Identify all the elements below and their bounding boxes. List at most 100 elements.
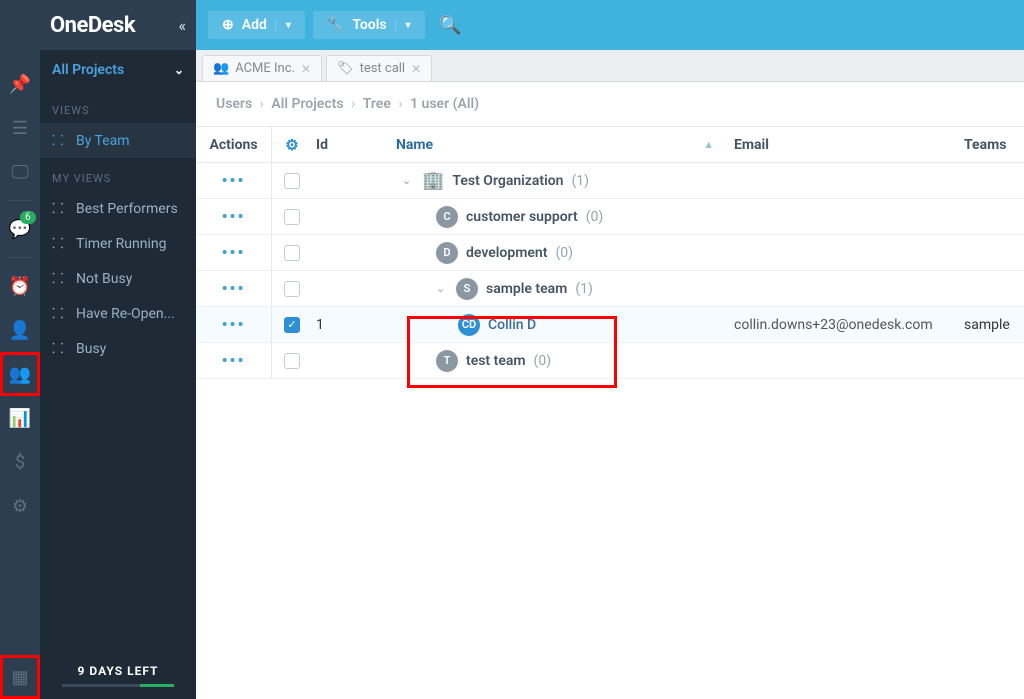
breadcrumb-item[interactable]: All Projects xyxy=(271,96,343,112)
row-actions-menu[interactable]: ••• xyxy=(222,243,246,262)
chevron-right-icon: › xyxy=(351,96,355,112)
rail-apps-icon[interactable]: ▦ xyxy=(0,655,40,699)
myview-busy[interactable]: ⸬Busy xyxy=(40,331,196,366)
avatar: CD xyxy=(458,314,480,336)
row-actions-menu[interactable]: ••• xyxy=(222,279,246,298)
rail-stats-icon[interactable]: 📊 xyxy=(0,396,40,440)
row-name[interactable]: test team xyxy=(466,353,526,369)
cell-email xyxy=(734,199,964,234)
project-selector-label: All Projects xyxy=(52,62,124,78)
row-checkbox[interactable] xyxy=(284,209,300,225)
chevron-down-icon[interactable]: ⌄ xyxy=(402,174,414,187)
row-count: (0) xyxy=(534,353,552,369)
myview-not-busy[interactable]: ⸬Not Busy xyxy=(40,261,196,296)
tab-acme[interactable]: 👥 ACME Inc. ✕ xyxy=(202,55,322,81)
views-section-label: VIEWS xyxy=(40,90,196,123)
column-checkbox: ⚙ xyxy=(272,127,312,162)
row-name[interactable]: Test Organization xyxy=(452,173,563,189)
cell-teams: sample xyxy=(964,307,1024,342)
sitemap-icon: ⸬ xyxy=(52,269,68,288)
rail-monitor-icon[interactable]: 🖵 xyxy=(0,150,40,194)
close-icon[interactable]: ✕ xyxy=(301,62,311,76)
chevron-down-icon[interactable]: ⌄ xyxy=(436,282,448,295)
row-actions-menu[interactable]: ••• xyxy=(222,315,246,334)
wrench-icon: 🔧 xyxy=(327,17,344,33)
sidebar-header: OneDesk « xyxy=(40,0,196,50)
column-name[interactable]: Name▲ xyxy=(392,127,734,162)
row-name[interactable]: development xyxy=(466,245,547,261)
view-label: By Team xyxy=(76,133,130,149)
tools-button[interactable]: 🔧 Tools ▾ xyxy=(313,11,425,39)
table-row[interactable]: ••• Ddevelopment (0) xyxy=(196,235,1024,271)
avatar: D xyxy=(436,242,458,264)
row-checkbox[interactable] xyxy=(284,173,300,189)
row-name[interactable]: sample team xyxy=(486,281,567,297)
main-content: ⊕ Add ▾ 🔧 Tools ▾ 🔍 👥 ACME Inc. ✕ 🏷 test… xyxy=(196,0,1024,699)
trial-days-left: 9 DAYS LEFT xyxy=(40,652,196,699)
breadcrumb-item[interactable]: Tree xyxy=(363,96,391,112)
view-by-team[interactable]: ⸬ By Team xyxy=(40,123,196,158)
myview-best-performers[interactable]: ⸬Best Performers xyxy=(40,191,196,226)
collapse-sidebar-icon[interactable]: « xyxy=(168,16,196,35)
cell-teams xyxy=(964,343,1024,378)
row-count: (1) xyxy=(572,173,590,189)
close-icon[interactable]: ✕ xyxy=(411,62,421,76)
row-checkbox[interactable] xyxy=(284,245,300,261)
cell-id: 1 xyxy=(312,307,392,342)
chevron-down-icon[interactable]: ▾ xyxy=(275,20,291,31)
row-checkbox[interactable]: ✓ xyxy=(284,317,300,333)
rail-list-icon[interactable]: ☰ xyxy=(0,106,40,150)
row-name[interactable]: customer support xyxy=(466,209,578,225)
table-row[interactable]: •••✓1CDCollin Dcollin.downs+23@onedesk.c… xyxy=(196,307,1024,343)
column-id[interactable]: Id xyxy=(312,127,392,162)
team-icon: 👥 xyxy=(213,61,229,76)
rail-dollar-icon[interactable]: $ xyxy=(0,440,40,484)
cell-id xyxy=(312,271,392,306)
table-row[interactable]: •••⌄Ssample team (1) xyxy=(196,271,1024,307)
plus-icon: ⊕ xyxy=(222,17,234,33)
chevron-down-icon[interactable]: ▾ xyxy=(395,20,411,31)
myview-have-reopen[interactable]: ⸬Have Re-Open... xyxy=(40,296,196,331)
trial-progress-bar xyxy=(62,684,174,687)
rail-clock-icon[interactable]: ⏰ xyxy=(0,264,40,308)
gear-icon[interactable]: ⚙ xyxy=(285,136,298,154)
cell-name: Ttest team (0) xyxy=(396,350,551,372)
view-label: Have Re-Open... xyxy=(76,306,175,322)
chat-badge: 6 xyxy=(20,211,36,224)
row-count: (0) xyxy=(555,245,573,261)
avatar: S xyxy=(456,278,478,300)
rail-pin-icon[interactable]: 📌 xyxy=(0,62,40,106)
table-row[interactable]: •••Ccustomer support (0) xyxy=(196,199,1024,235)
sort-asc-icon: ▲ xyxy=(703,138,714,151)
row-actions-menu[interactable]: ••• xyxy=(222,351,246,370)
column-actions[interactable]: Actions xyxy=(196,127,272,162)
table-row[interactable]: ••• ⌄🏢Test Organization (1) xyxy=(196,163,1024,199)
brand-logo: OneDesk xyxy=(50,13,135,38)
data-grid: Actions ⚙ Id Name▲ Email Teams ••• ⌄🏢Test… xyxy=(196,126,1024,379)
tabs-bar: 👥 ACME Inc. ✕ 🏷 test call ✕ xyxy=(196,50,1024,82)
add-button[interactable]: ⊕ Add ▾ xyxy=(208,11,305,39)
project-selector[interactable]: All Projects ⌄ xyxy=(40,50,196,90)
cell-email xyxy=(734,343,964,378)
search-button[interactable]: 🔍 xyxy=(433,9,469,41)
cell-name: ⌄🏢Test Organization (1) xyxy=(396,170,589,191)
rail-chat-icon[interactable]: 💬6 xyxy=(0,207,40,251)
row-actions-menu[interactable]: ••• xyxy=(222,171,246,190)
table-row[interactable]: ••• Ttest team (0) xyxy=(196,343,1024,379)
divider xyxy=(8,200,32,201)
add-button-label: Add xyxy=(242,17,267,33)
row-name[interactable]: Collin D xyxy=(488,317,536,333)
breadcrumb-item[interactable]: Users xyxy=(216,96,252,112)
column-email[interactable]: Email xyxy=(734,127,964,162)
row-checkbox[interactable] xyxy=(284,281,300,297)
row-checkbox[interactable] xyxy=(284,353,300,369)
rail-team-icon[interactable]: 👥 xyxy=(0,352,40,396)
rail-userplus-icon[interactable]: 👤 xyxy=(0,308,40,352)
breadcrumb-item[interactable]: 1 user (All) xyxy=(410,96,479,112)
row-actions-menu[interactable]: ••• xyxy=(222,207,246,226)
cell-id xyxy=(312,235,392,270)
rail-settings-icon[interactable]: ⚙ xyxy=(0,484,40,528)
column-teams[interactable]: Teams xyxy=(964,127,1024,162)
tab-test-call[interactable]: 🏷 test call ✕ xyxy=(326,55,432,81)
myview-timer-running[interactable]: ⸬Timer Running xyxy=(40,226,196,261)
